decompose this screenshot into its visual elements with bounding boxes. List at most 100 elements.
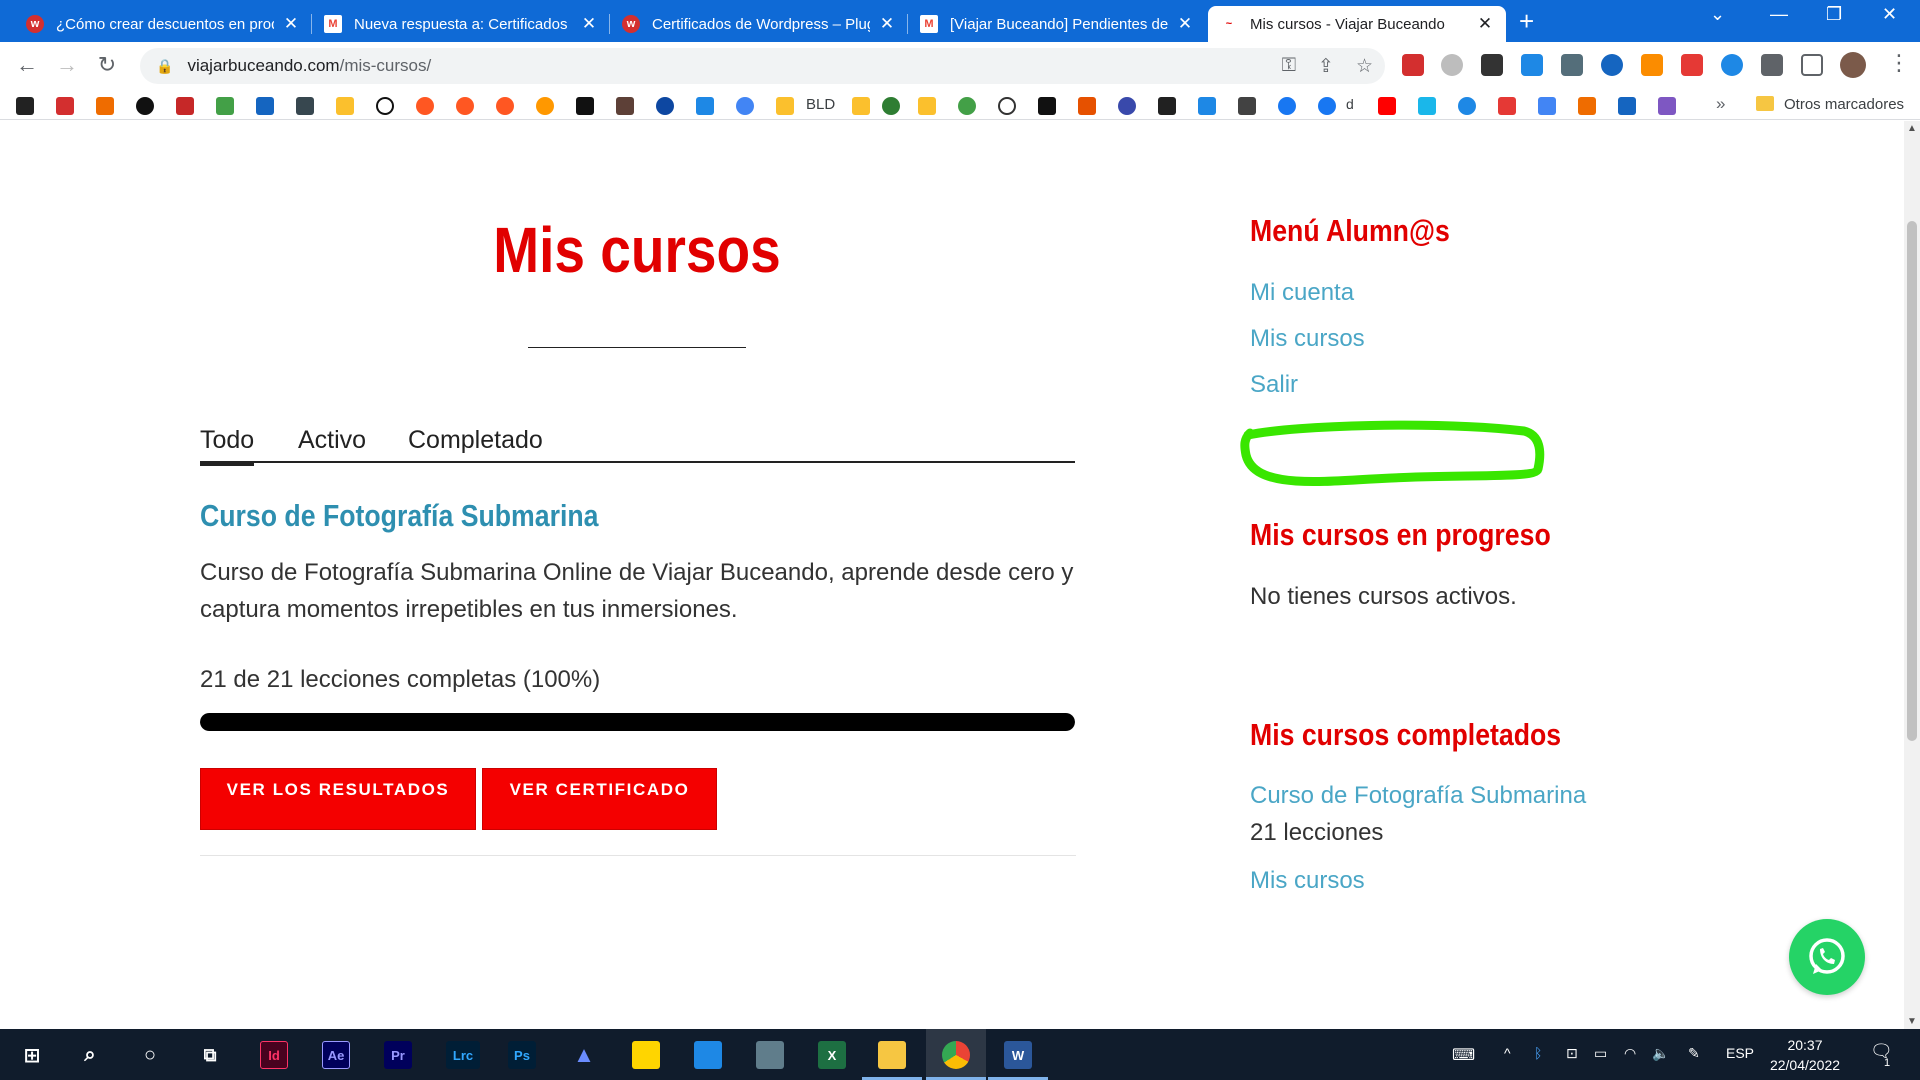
bookmark-label[interactable]: BLD xyxy=(806,96,835,113)
close-tab-icon[interactable]: ✕ xyxy=(1476,14,1494,34)
bookmark-icon[interactable] xyxy=(852,97,870,115)
puzzle-extensions-icon[interactable] xyxy=(1761,54,1783,76)
bookmark-icon[interactable] xyxy=(1578,97,1596,115)
premiere-icon[interactable]: Pr xyxy=(384,1041,412,1069)
wifi-icon[interactable]: ◠ xyxy=(1624,1045,1636,1062)
show-hidden-icons-icon[interactable]: ^ xyxy=(1504,1045,1511,1061)
photos-bookmark-icon[interactable] xyxy=(958,97,976,115)
camera-icon[interactable]: ⊡ xyxy=(1566,1045,1578,1062)
profile-avatar[interactable] xyxy=(1840,52,1866,78)
tab-todo[interactable]: Todo xyxy=(200,426,255,466)
bookmark-icon[interactable] xyxy=(56,97,74,115)
calculator-icon[interactable] xyxy=(756,1041,784,1069)
extension-icon[interactable] xyxy=(1721,54,1743,76)
app-icon[interactable] xyxy=(694,1041,722,1069)
view-results-button[interactable]: VER LOS RESULTADOS xyxy=(200,768,476,830)
bookmark-icon[interactable] xyxy=(256,97,274,115)
sidebar-completed-mis-cursos-link[interactable]: Mis cursos xyxy=(1250,867,1365,895)
volume-icon[interactable]: 🔈 xyxy=(1652,1045,1669,1062)
vimeo-bookmark-icon[interactable] xyxy=(1418,97,1436,115)
scroll-down-icon[interactable]: ▼ xyxy=(1907,1016,1917,1027)
google-bookmark-icon[interactable] xyxy=(736,97,754,115)
address-bar[interactable]: 🔒 viajarbuceando.com/mis-cursos/ ⚿ ⇪ ☆ xyxy=(140,48,1385,84)
forward-icon[interactable]: → xyxy=(53,52,81,78)
keyboard-icon[interactable]: ⌨ xyxy=(1452,1045,1475,1065)
bookmark-icon[interactable] xyxy=(1158,97,1176,115)
view-certificate-button[interactable]: VER CERTIFICADO xyxy=(482,768,717,830)
extension-icon[interactable] xyxy=(1641,54,1663,76)
sidebar-link-mi-cuenta[interactable]: Mi cuenta xyxy=(1250,279,1354,307)
chrome-menu-icon[interactable]: ⋮ xyxy=(1888,50,1910,76)
bookmark-icon[interactable] xyxy=(496,97,514,115)
translate-bookmark-icon[interactable] xyxy=(1538,97,1556,115)
reload-icon[interactable]: ↻ xyxy=(93,52,121,78)
bookmark-star-icon[interactable]: ☆ xyxy=(1356,55,1373,78)
youtube-bookmark-icon[interactable] xyxy=(1378,97,1396,115)
close-tab-icon[interactable]: ✕ xyxy=(878,14,896,34)
new-tab-icon[interactable]: + xyxy=(1519,8,1534,34)
close-tab-icon[interactable]: ✕ xyxy=(282,14,300,34)
calendar-bookmark-icon[interactable] xyxy=(1198,97,1216,115)
bookmark-label[interactable]: d xyxy=(1346,96,1354,112)
back-icon[interactable]: ← xyxy=(13,52,41,78)
bookmark-icon[interactable] xyxy=(776,97,794,115)
bookmark-icon[interactable] xyxy=(1618,97,1636,115)
browser-tab[interactable]: M Nueva respuesta a: Certificados d ✕ xyxy=(312,6,610,42)
course-title-link[interactable]: Curso de Fotografía Submarina xyxy=(200,498,598,534)
minimize-icon[interactable]: — xyxy=(1770,4,1788,25)
triangle-app-icon[interactable]: ▲ xyxy=(570,1041,598,1069)
amazon-bookmark-icon[interactable] xyxy=(576,97,594,115)
browser-tab[interactable]: w Certificados de Wordpress – Plug ✕ xyxy=(610,6,908,42)
pen-icon[interactable]: ✎ xyxy=(1688,1045,1700,1062)
bookmark-icon[interactable] xyxy=(1658,97,1676,115)
dropbox-bookmark-icon[interactable] xyxy=(696,97,714,115)
facebook-bookmark-icon[interactable] xyxy=(1278,97,1296,115)
close-window-icon[interactable]: ✕ xyxy=(1882,4,1897,25)
close-tab-icon[interactable]: ✕ xyxy=(580,14,598,34)
extension-icon[interactable] xyxy=(1481,54,1503,76)
language-indicator[interactable]: ESP xyxy=(1726,1045,1754,1061)
cortana-icon[interactable]: ○ xyxy=(136,1041,164,1069)
tab-completado[interactable]: Completado xyxy=(408,426,543,455)
browser-tab-active[interactable]: ~ Mis cursos - Viajar Buceando ✕ xyxy=(1208,6,1506,42)
bookmark-icon[interactable] xyxy=(536,97,554,115)
bookmark-icon[interactable] xyxy=(1078,97,1096,115)
bookmark-icon[interactable] xyxy=(1238,97,1256,115)
extension-icon[interactable] xyxy=(1561,54,1583,76)
task-view-icon[interactable]: ⧉ xyxy=(196,1041,224,1069)
bookmark-icon[interactable] xyxy=(376,97,394,115)
search-icon[interactable]: ⌕ xyxy=(76,1041,104,1069)
whatsapp-chat-button[interactable] xyxy=(1789,919,1865,995)
scrollbar-thumb[interactable] xyxy=(1907,221,1917,741)
bookmark-icon[interactable] xyxy=(1498,97,1516,115)
side-panel-icon[interactable] xyxy=(1801,54,1823,76)
other-bookmarks[interactable]: Otros marcadores xyxy=(1784,96,1904,113)
sidebar-link-mis-cursos[interactable]: Mis cursos xyxy=(1250,325,1365,353)
bookmark-icon[interactable] xyxy=(882,97,900,115)
scroll-up-icon[interactable]: ▲ xyxy=(1907,123,1917,134)
bookmark-icon[interactable] xyxy=(216,97,234,115)
extension-icon[interactable] xyxy=(1402,54,1424,76)
extension-icon[interactable] xyxy=(1681,54,1703,76)
bookmark-icon[interactable] xyxy=(1038,97,1056,115)
bookmark-icon[interactable] xyxy=(998,97,1016,115)
bookmark-icon[interactable] xyxy=(1458,97,1476,115)
word-icon[interactable]: W xyxy=(1004,1041,1032,1069)
sidebar-link-salir[interactable]: Salir xyxy=(1250,371,1298,399)
bookmark-icon[interactable] xyxy=(336,97,354,115)
bookmark-icon[interactable] xyxy=(656,97,674,115)
adblock-extension-icon[interactable] xyxy=(1441,54,1463,76)
share-icon[interactable]: ⇪ xyxy=(1318,55,1334,78)
browser-tab[interactable]: M [Viajar Buceando] Pendientes de ✕ xyxy=(908,6,1206,42)
tab-search-chevron-icon[interactable]: ⌄ xyxy=(1710,4,1725,25)
more-bookmarks-icon[interactable]: » xyxy=(1716,94,1725,114)
bookmark-icon[interactable] xyxy=(296,97,314,115)
chrome-icon[interactable] xyxy=(942,1041,970,1069)
after-effects-icon[interactable]: Ae xyxy=(322,1041,350,1069)
windows-start-icon[interactable]: ⊞ xyxy=(18,1041,46,1069)
restore-icon[interactable]: ❐ xyxy=(1826,4,1842,25)
battery-icon[interactable]: ▭ xyxy=(1594,1045,1607,1062)
sticky-notes-icon[interactable] xyxy=(632,1041,660,1069)
clock[interactable]: 20:37 22/04/2022 xyxy=(1760,1035,1850,1075)
bookmark-icon[interactable] xyxy=(176,97,194,115)
